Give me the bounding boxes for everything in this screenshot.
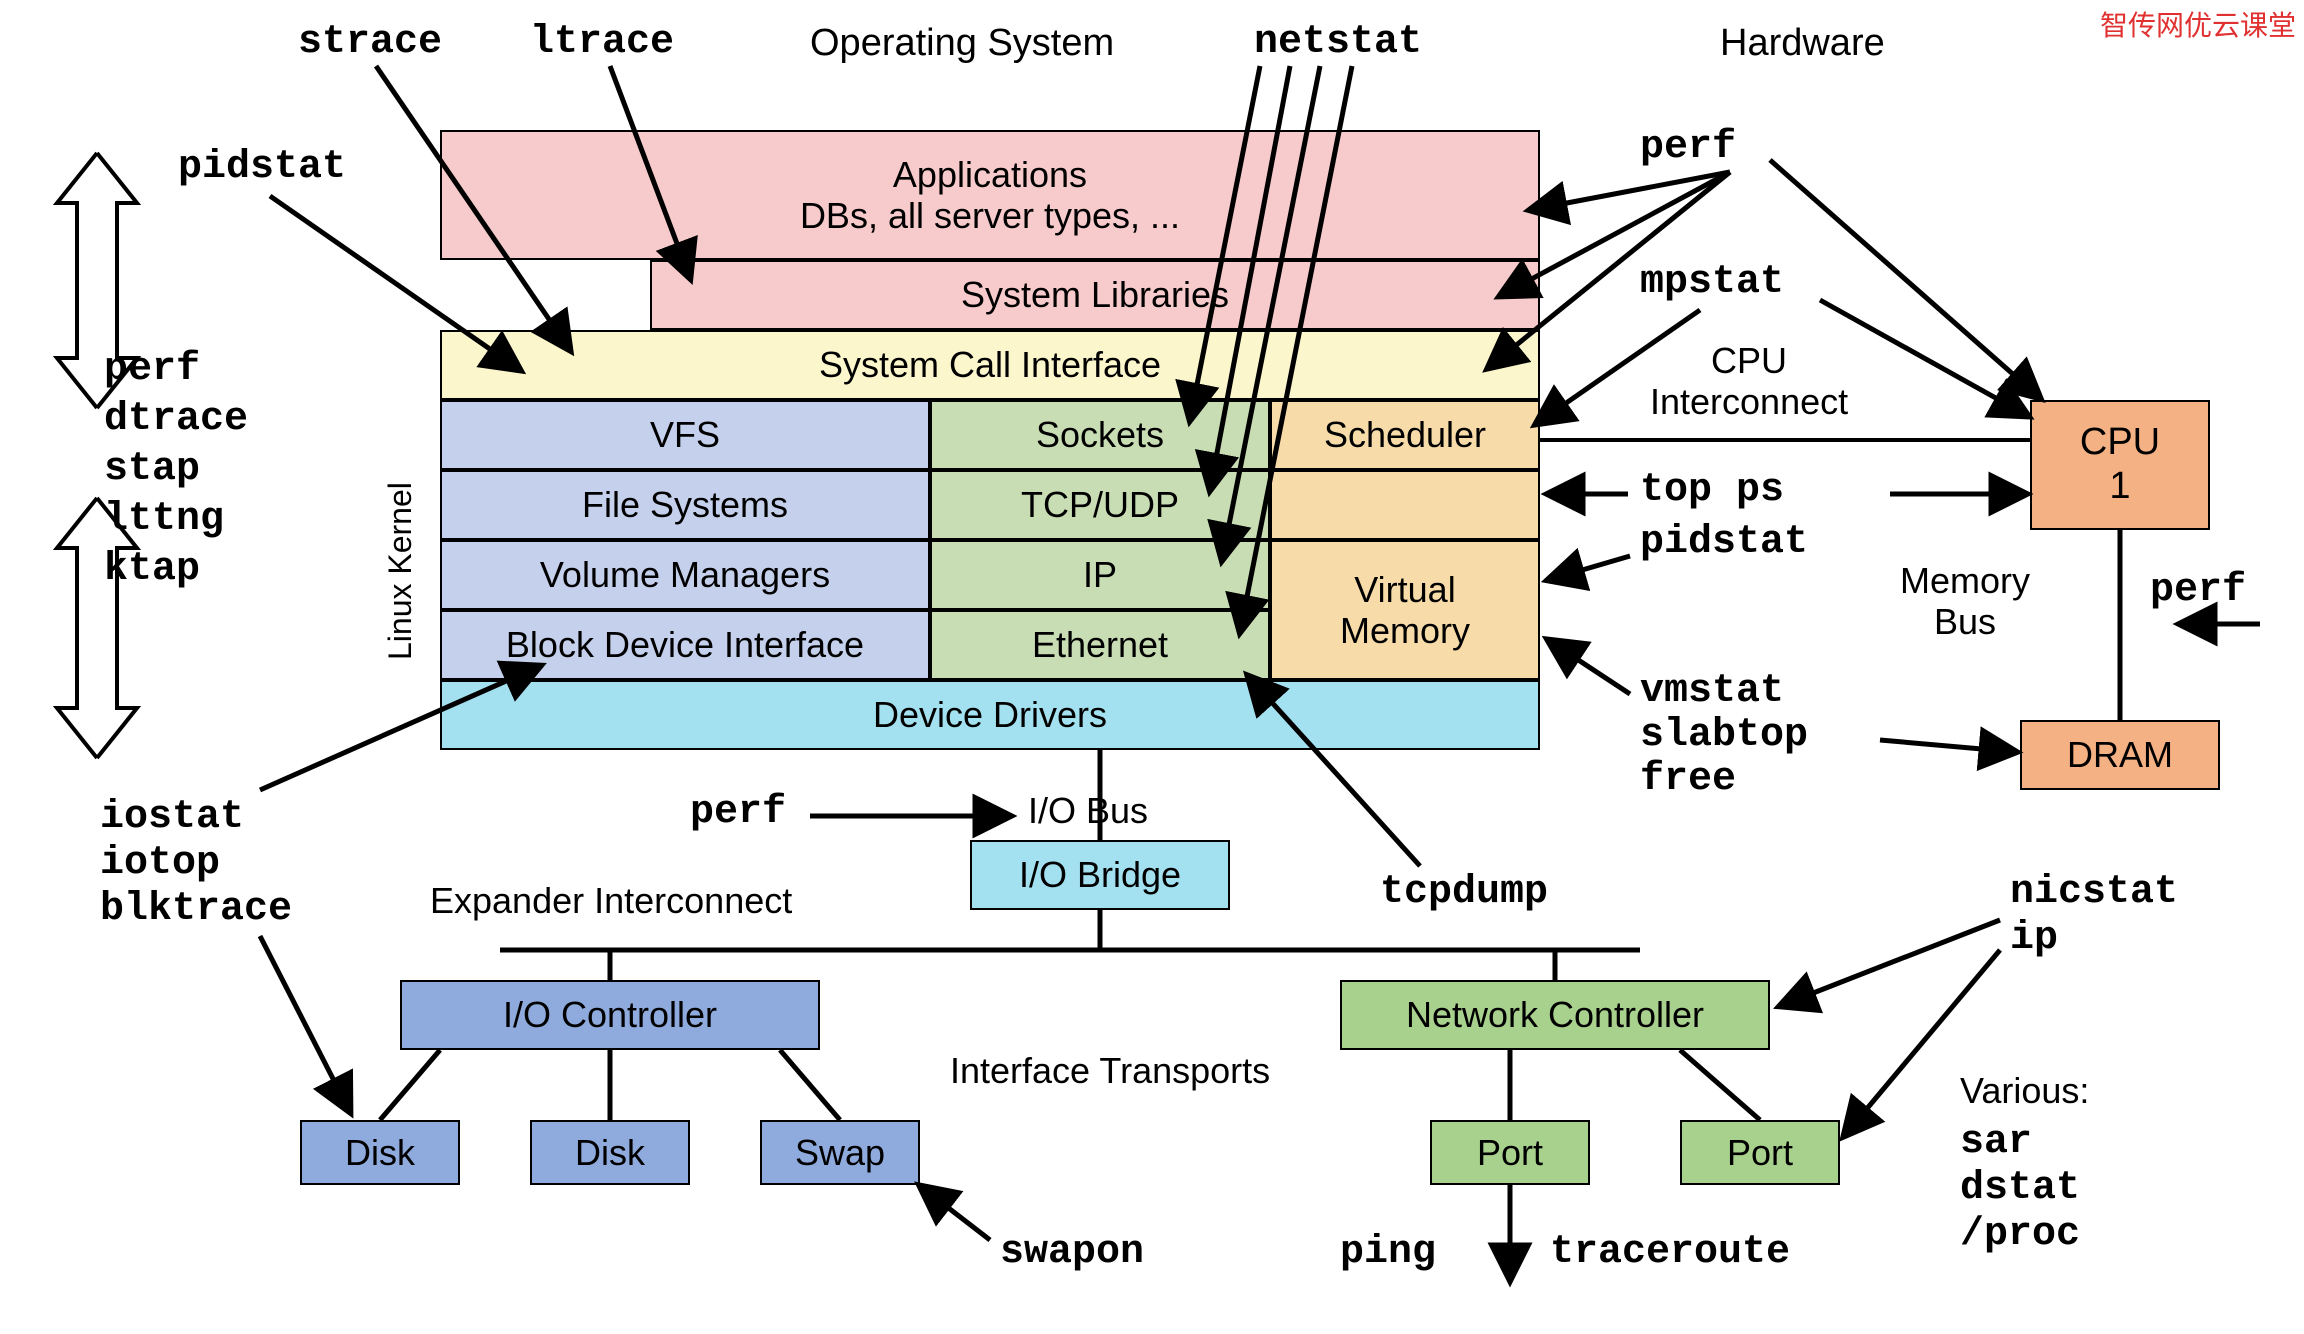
traceroute-label: traceroute xyxy=(1550,1230,1790,1275)
port2-box: Port xyxy=(1680,1120,1840,1185)
scheduler-box: Scheduler xyxy=(1270,400,1540,470)
topps-label: top ps xyxy=(1640,468,1784,513)
virtmem-box: Virtual Memory xyxy=(1270,540,1540,680)
memory-bus-label: Memory Bus xyxy=(1900,560,2030,643)
filesystems-box: File Systems xyxy=(440,470,930,540)
swapon-label: swapon xyxy=(1000,1230,1144,1275)
various-label: sar dstat /proc xyxy=(1960,1120,2080,1258)
disk2-box: Disk xyxy=(530,1120,690,1185)
blockdev-box: Block Device Interface xyxy=(440,610,930,680)
ethernet-box: Ethernet xyxy=(930,610,1270,680)
cpu-interconnect-label: CPU Interconnect xyxy=(1650,340,1848,423)
volmanagers-box: Volume Managers xyxy=(440,540,930,610)
io-bus-label: I/O Bus xyxy=(1028,790,1148,832)
sched-empty-box xyxy=(1270,470,1540,540)
tcpudp-box: TCP/UDP xyxy=(930,470,1270,540)
various-heading: Various: xyxy=(1960,1070,2089,1112)
ltrace-label: ltrace xyxy=(530,20,674,65)
tracers-list: perf dtrace stap lttng ktap xyxy=(104,345,248,595)
netstat-label: netstat xyxy=(1254,20,1422,65)
vfs-box: VFS xyxy=(440,400,930,470)
port1-box: Port xyxy=(1430,1120,1590,1185)
perf-mem-label: perf xyxy=(2150,568,2246,613)
swap-box: Swap xyxy=(760,1120,920,1185)
system-libraries-box: System Libraries xyxy=(650,260,1540,330)
pidstat-label: pidstat xyxy=(178,145,346,190)
interface-transports-label: Interface Transports xyxy=(950,1050,1270,1092)
hardware-heading: Hardware xyxy=(1720,22,1885,65)
applications-box: Applications DBs, all server types, ... xyxy=(440,130,1540,260)
io-controller-box: I/O Controller xyxy=(400,980,820,1050)
sockets-box: Sockets xyxy=(930,400,1270,470)
pidstat2-label: pidstat xyxy=(1640,520,1808,565)
perf-io-label: perf xyxy=(690,790,786,835)
mpstat-label: mpstat xyxy=(1640,260,1784,305)
ping-label: ping xyxy=(1340,1230,1436,1275)
iostat-label: iostat iotop blktrace xyxy=(100,795,292,933)
perf-top-label: perf xyxy=(1640,125,1736,170)
expander-label: Expander Interconnect xyxy=(430,880,792,922)
tcpdump-label: tcpdump xyxy=(1380,870,1548,915)
net-controller-box: Network Controller xyxy=(1340,980,1770,1050)
devdrv-box: Device Drivers xyxy=(440,680,1540,750)
io-bridge-box: I/O Bridge xyxy=(970,840,1230,910)
syscall-interface-box: System Call Interface xyxy=(440,330,1540,400)
vmstat-label: vmstat slabtop free xyxy=(1640,670,1808,802)
watermark: 智传网优云课堂 xyxy=(2100,4,2296,44)
linux-kernel-label: Linux Kernel xyxy=(382,482,419,660)
strace-label: strace xyxy=(298,20,442,65)
ip-box: IP xyxy=(930,540,1270,610)
dram-box: DRAM xyxy=(2020,720,2220,790)
cpu-box: CPU 1 xyxy=(2030,400,2210,530)
os-heading: Operating System xyxy=(810,22,1114,65)
disk1-box: Disk xyxy=(300,1120,460,1185)
nicstat-label: nicstat ip xyxy=(2010,870,2178,962)
